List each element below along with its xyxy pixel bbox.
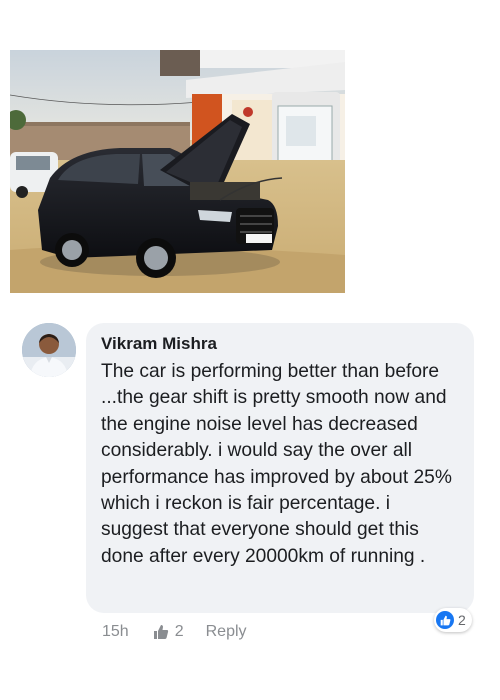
comment-bubble: Vikram Mishra The car is performing bett… bbox=[86, 323, 474, 613]
post-photo[interactable] bbox=[10, 50, 345, 293]
like-button[interactable]: 2 bbox=[153, 623, 184, 641]
reaction-summary[interactable]: 2 bbox=[434, 608, 472, 632]
likes-count: 2 bbox=[174, 623, 184, 640]
reply-button[interactable]: Reply bbox=[206, 623, 247, 641]
user-avatar-icon bbox=[22, 323, 76, 377]
avatar[interactable] bbox=[22, 323, 76, 377]
comment-screen: Vikram Mishra The car is performing bett… bbox=[0, 0, 500, 700]
car-photo-icon bbox=[10, 50, 345, 293]
comment-actions: 15h 2 Reply bbox=[102, 620, 247, 644]
like-icon bbox=[436, 611, 454, 629]
reaction-count: 2 bbox=[458, 612, 466, 628]
timestamp[interactable]: 15h bbox=[102, 623, 129, 641]
author-name[interactable]: Vikram Mishra bbox=[101, 333, 460, 355]
comment-text: The car is performing better than before… bbox=[101, 361, 452, 567]
thumbs-up-icon bbox=[153, 625, 168, 639]
